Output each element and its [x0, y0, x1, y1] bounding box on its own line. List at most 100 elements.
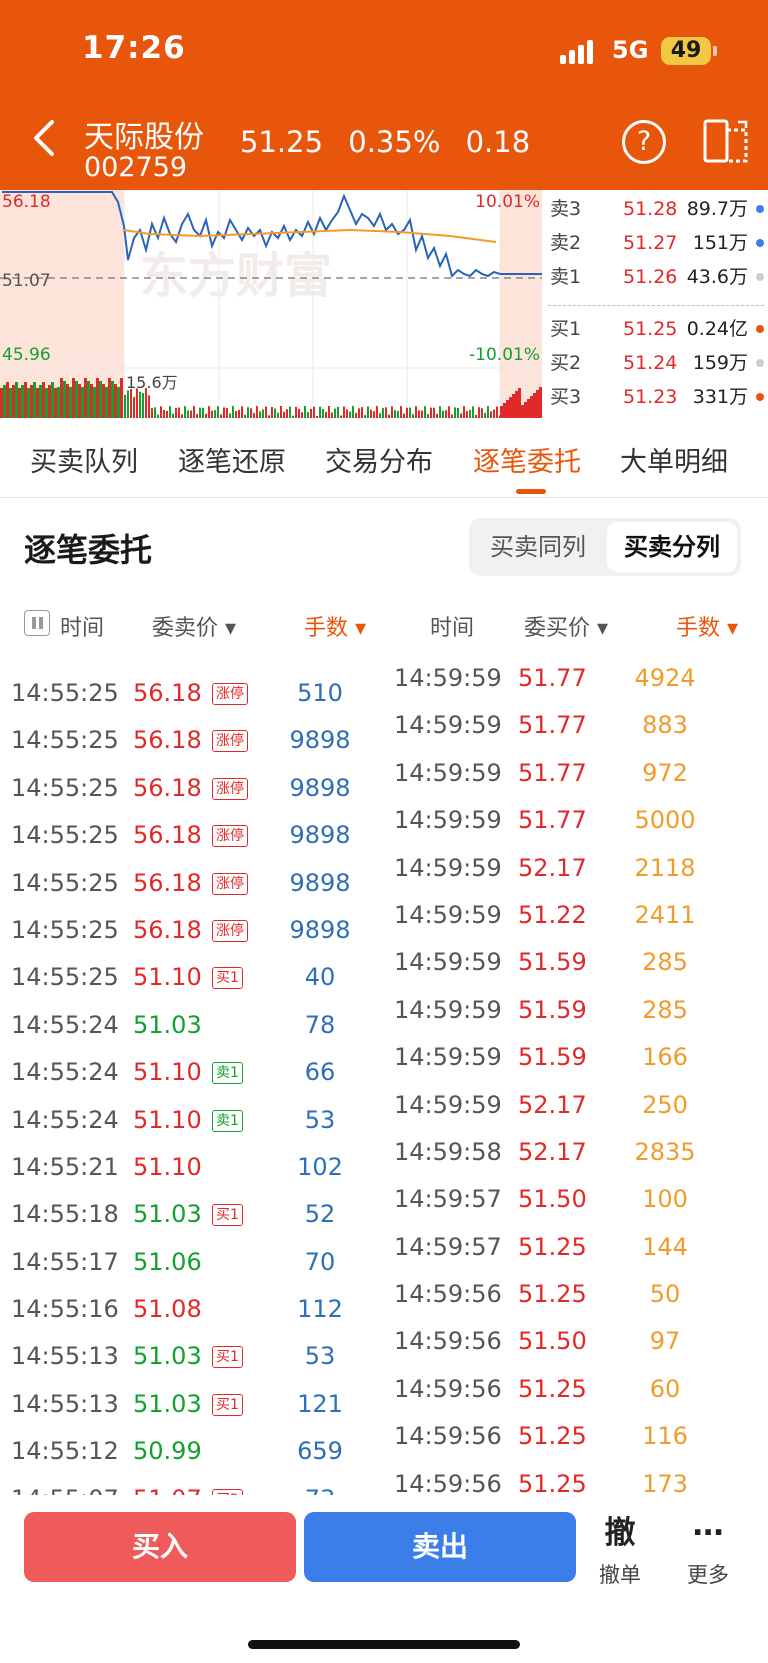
- volume-bar: [295, 406, 297, 418]
- volume-bar: [481, 408, 483, 418]
- order-price: 51.22: [518, 900, 587, 929]
- back-arrow-icon[interactable]: [30, 118, 60, 158]
- order-book-row[interactable]: 买1 51.25 0.24亿: [548, 314, 764, 344]
- sell-price-header[interactable]: 委卖价 ▾: [152, 610, 236, 642]
- buy-order-row[interactable]: 14:59:59 51.22 2411: [384, 892, 768, 939]
- order-time: 14:59:57: [394, 1232, 502, 1261]
- volume-bar: [421, 410, 423, 418]
- buy-order-row[interactable]: 14:59:59 51.59 285: [384, 939, 768, 986]
- order-qty: 285: [642, 995, 688, 1024]
- sell-qty-header[interactable]: 手数 ▾: [304, 610, 366, 642]
- order-tag: 买1: [212, 967, 243, 990]
- buy-qty-header[interactable]: 手数 ▾: [676, 610, 738, 642]
- intraday-chart[interactable]: 东方财富 56.18 51.07 45.96 10.01% -10.01% 15…: [0, 190, 542, 418]
- buy-order-row[interactable]: 14:59:56 51.25 50: [384, 1271, 768, 1318]
- sell-order-row[interactable]: 14:55:25 56.18 涨停 9898: [0, 717, 384, 764]
- buy-order-row[interactable]: 14:59:59 51.59 285: [384, 987, 768, 1034]
- sell-order-row[interactable]: 14:55:25 56.18 涨停 510: [0, 670, 384, 717]
- order-book-row[interactable]: 买2 51.24 159万: [548, 348, 764, 378]
- volume-bar: [42, 382, 45, 418]
- volume-bar: [75, 381, 78, 418]
- order-book-row[interactable]: 买3 51.23 331万: [548, 382, 764, 412]
- buy-order-row[interactable]: 14:59:59 52.17 2118: [384, 845, 768, 892]
- buy-order-list[interactable]: 14:59:59 51.77 4924 14:59:59 51.77 883 14:59:5…: [384, 655, 768, 1495]
- volume-bar: [286, 409, 288, 418]
- buy-order-row[interactable]: 14:59:59 51.77 883: [384, 702, 768, 749]
- sell-order-row[interactable]: 14:55:0751.07买273: [0, 1476, 384, 1496]
- volume-bar: [190, 410, 192, 418]
- buy-order-row[interactable]: 14:59:57 51.25 144: [384, 1224, 768, 1271]
- help-icon[interactable]: ?: [622, 120, 666, 164]
- landscape-switch-icon[interactable]: [702, 118, 750, 164]
- sell-order-row[interactable]: 14:55:25 56.18 涨停 9898: [0, 860, 384, 907]
- cancel-order-button[interactable]: 撤 撤单: [580, 1511, 660, 1589]
- sell-button[interactable]: 卖出: [304, 1512, 576, 1582]
- tab-large-orders[interactable]: 大单明细: [620, 440, 728, 479]
- sell-order-row[interactable]: 14:55:13 51.03 买1 121: [0, 1381, 384, 1428]
- volume-bar: [54, 388, 57, 418]
- sell-order-row[interactable]: 14:55:25 56.18 涨停 9898: [0, 907, 384, 954]
- order-qty: 73: [275, 1476, 365, 1496]
- volume-bar: [445, 410, 447, 418]
- sell-order-row[interactable]: 14:55:24 51.10 卖1 53: [0, 1097, 384, 1144]
- sell-order-row[interactable]: 14:55:16 51.08 112: [0, 1286, 384, 1333]
- sell-order-row[interactable]: 14:55:21 51.10 102: [0, 1144, 384, 1191]
- order-qty: 5000: [634, 806, 696, 835]
- sell-order-row[interactable]: 14:55:18 51.03 买1 52: [0, 1191, 384, 1238]
- sell-order-row[interactable]: 14:55:25 51.10 买1 40: [0, 954, 384, 1001]
- order-book-row[interactable]: 卖1 51.26 43.6万: [548, 262, 764, 292]
- order-time: 14:59:59: [394, 853, 502, 882]
- order-price: 51.10: [133, 963, 202, 992]
- split-column-button[interactable]: 买卖分列: [607, 522, 737, 572]
- tab-queue[interactable]: 买卖队列: [30, 440, 138, 479]
- buy-order-row[interactable]: 14:59:58 52.17 2835: [384, 1129, 768, 1176]
- buy-button[interactable]: 买入: [24, 1512, 296, 1582]
- volume-bar: [358, 408, 360, 418]
- volume-bar: [343, 406, 345, 418]
- volume-bar: [247, 407, 249, 418]
- sell-order-row[interactable]: 14:55:13 51.03 买1 53: [0, 1333, 384, 1380]
- signal-icon: [560, 40, 594, 64]
- sell-order-row[interactable]: 14:55:25 56.18 涨停 9898: [0, 765, 384, 812]
- watermark: 东方财富: [140, 248, 332, 304]
- order-book-row[interactable]: 卖2 51.27 151万: [548, 228, 764, 258]
- more-button[interactable]: ⋯ 更多: [668, 1511, 748, 1589]
- order-time: 14:55:25: [11, 915, 119, 944]
- buy-order-row[interactable]: 14:59:59 51.77 4924: [384, 655, 768, 702]
- buy-order-row[interactable]: 14:59:59 51.77 5000: [384, 797, 768, 844]
- buy-order-row[interactable]: 14:59:59 51.77 972: [384, 750, 768, 797]
- level-price: 51.28: [623, 198, 678, 220]
- volume-bar: [235, 411, 237, 418]
- buy-order-row[interactable]: 14:59:56 51.25 60: [384, 1366, 768, 1413]
- pause-icon[interactable]: [24, 610, 50, 636]
- volume-bar: [45, 388, 48, 418]
- volume-bar: [533, 393, 536, 418]
- volume-bar: [346, 409, 348, 418]
- buy-order-row[interactable]: 14:59:59 51.59 166: [384, 1034, 768, 1081]
- battery-tip: [713, 46, 717, 56]
- buy-order-row[interactable]: 14:59:56 51.50 97: [384, 1318, 768, 1365]
- buy-order-row[interactable]: 14:59:56 51.25 116: [384, 1413, 768, 1460]
- buy-order-row[interactable]: 14:59:56 51.25 173: [384, 1461, 768, 1495]
- tab-trade-distribution[interactable]: 交易分布: [325, 440, 433, 479]
- buy-order-row[interactable]: 14:59:57 51.50 100: [384, 1176, 768, 1223]
- buy-order-row[interactable]: 14:59:59 52.17 250: [384, 1082, 768, 1129]
- sell-order-row[interactable]: 14:55:25 56.18 涨停 9898: [0, 812, 384, 859]
- sell-order-row[interactable]: 14:55:12 50.99 659: [0, 1428, 384, 1475]
- sell-order-list[interactable]: 14:55:25 56.18 涨停 510 14:55:25 56.18 涨停 9898 14:…: [0, 670, 384, 1496]
- buy-price-header[interactable]: 委买价 ▾: [524, 610, 608, 642]
- sell-order-row[interactable]: 14:55:17 51.06 70: [0, 1239, 384, 1286]
- volume-bar: [478, 407, 480, 418]
- tab-tick-restore[interactable]: 逐笔还原: [178, 440, 286, 479]
- same-column-button[interactable]: 买卖同列: [473, 522, 603, 572]
- tab-order-by-order[interactable]: 逐笔委托: [473, 440, 581, 479]
- sell-order-row[interactable]: 14:55:24 51.10 卖1 66: [0, 1049, 384, 1096]
- order-price: 51.10: [133, 1058, 202, 1087]
- sell-order-row[interactable]: 14:55:24 51.03 78: [0, 1002, 384, 1049]
- order-time: 14:55:25: [11, 726, 119, 755]
- bottom-action-bar: 买入 卖出 撤 撤单 ⋯ 更多: [0, 1495, 768, 1663]
- order-book-row[interactable]: 卖3 51.28 89.7万: [548, 194, 764, 224]
- order-book[interactable]: 卖3 51.28 89.7万 卖2 51.27 151万 卖1 51.26 43.6万 买1 51.…: [542, 190, 768, 418]
- cancel-order-label: 撤单: [599, 1563, 641, 1587]
- volume-bar: [163, 410, 165, 418]
